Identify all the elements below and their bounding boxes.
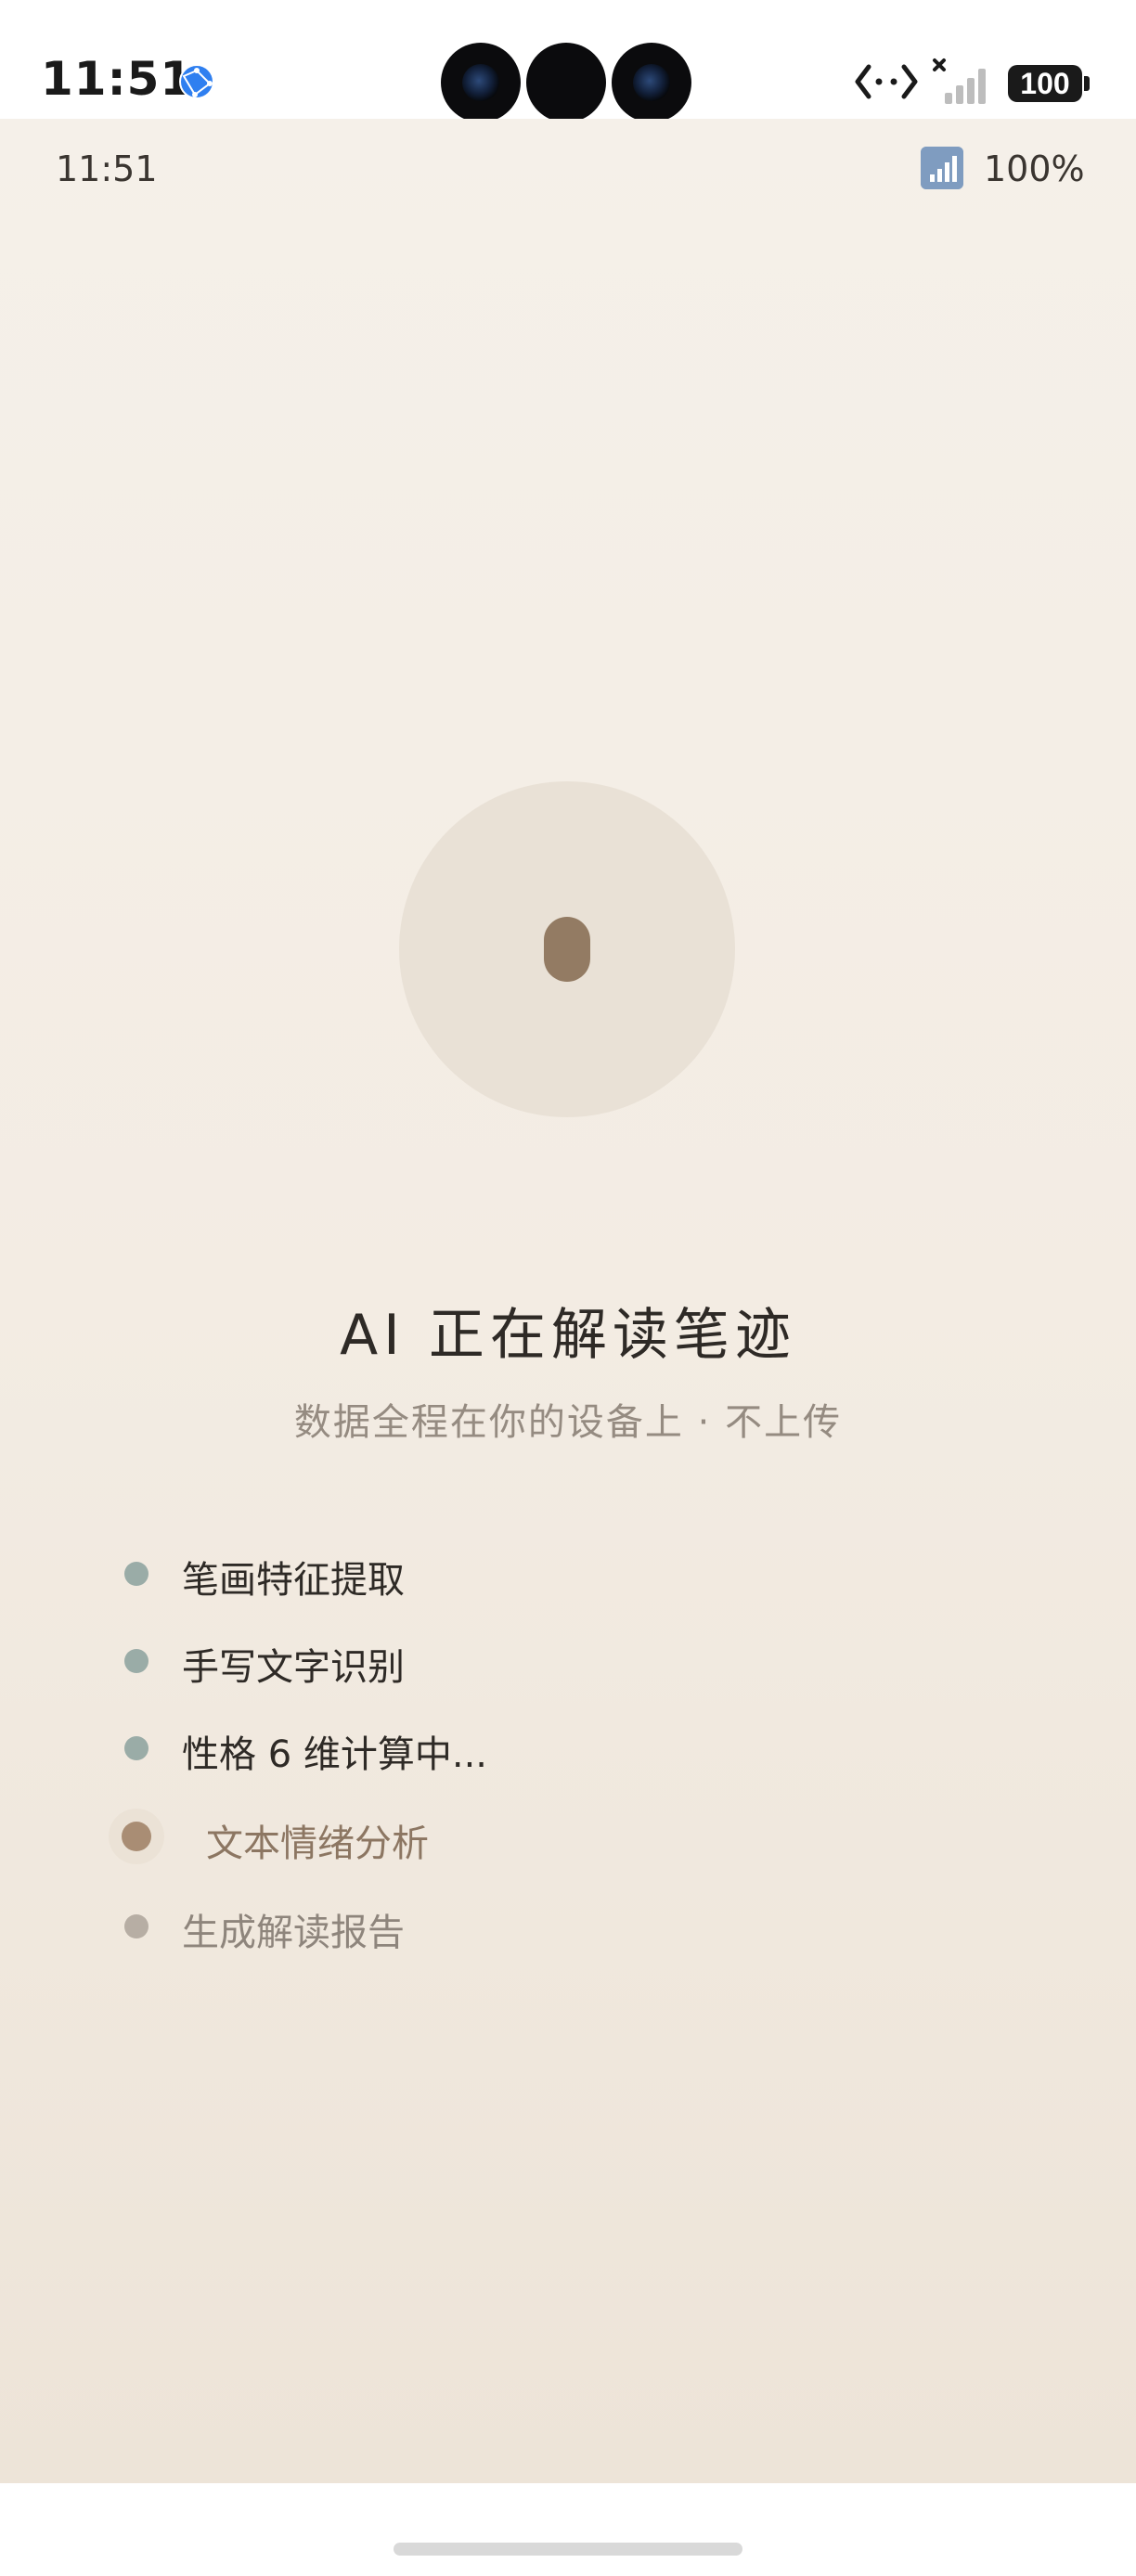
step-label: 笔画特征提取 (182, 1559, 405, 1602)
globe-icon (179, 64, 214, 99)
camera-lens-right (612, 43, 691, 122)
step-done-dot (124, 1649, 148, 1673)
step-label: 性格 6 维计算中... (182, 1733, 488, 1776)
step-pending-dot (124, 1914, 148, 1938)
camera-lens-left (441, 43, 521, 122)
processing-indicator-icon (544, 917, 590, 982)
app-battery-level: 100% (984, 148, 1085, 189)
screen: 11:51 100 11:51 100% AI 正在解读笔迹 数据全程在你的设备… (0, 0, 1136, 2576)
no-signal-icon (933, 58, 986, 104)
step-label: 生成解读报告 (182, 1912, 405, 1954)
processing-indicator (399, 781, 735, 1117)
step-active-dot (122, 1822, 151, 1851)
home-indicator[interactable] (394, 2543, 742, 2556)
system-time: 11:51 (41, 52, 194, 106)
step-label: 手写文字识别 (182, 1646, 405, 1689)
camera-sensor-center (526, 43, 606, 122)
app-content: 11:51 100% AI 正在解读笔迹 数据全程在你的设备上 · 不上传 笔画… (0, 119, 1136, 2483)
battery-icon: 100 (1008, 65, 1082, 102)
app-status-time: 11:51 (56, 148, 158, 189)
data-transfer-icon (855, 64, 918, 99)
step-label: 文本情绪分析 (206, 1823, 429, 1865)
step-done-dot (124, 1736, 148, 1760)
page-title: AI 正在解读笔迹 (340, 1303, 796, 1368)
battery-tip (1084, 76, 1090, 91)
privacy-note: 数据全程在你的设备上 · 不上传 (293, 1401, 843, 1444)
step-done-dot (124, 1562, 148, 1586)
signal-icon (921, 147, 963, 189)
home-bar-area (0, 2483, 1136, 2576)
system-status-bar: 11:51 100 (0, 0, 1136, 122)
